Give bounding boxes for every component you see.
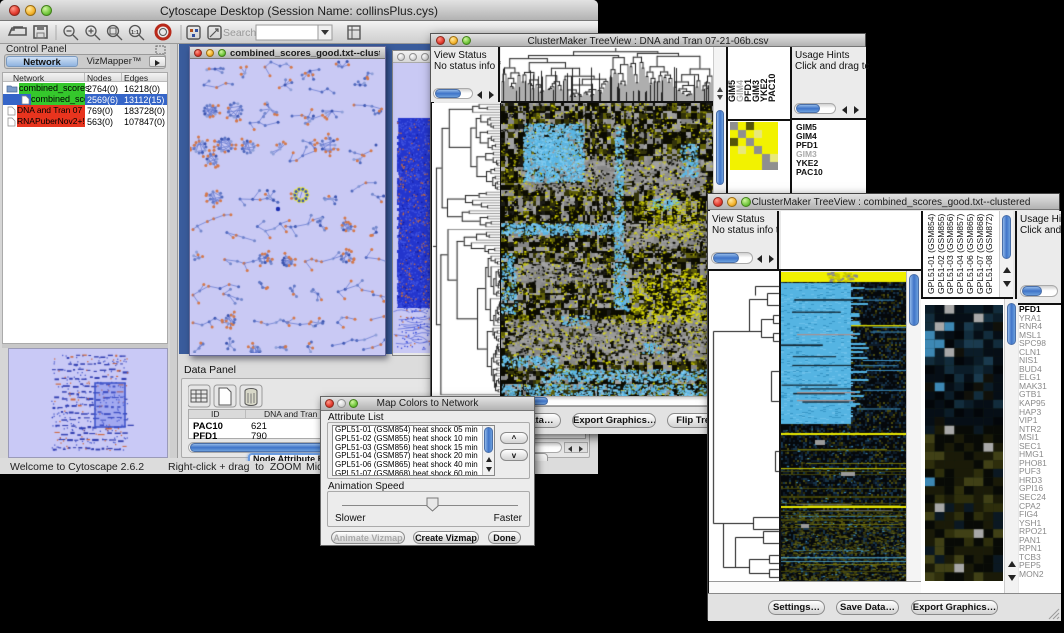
svg-text:1:1: 1:1 <box>131 30 139 36</box>
svg-text:Search:: Search: <box>223 27 259 39</box>
